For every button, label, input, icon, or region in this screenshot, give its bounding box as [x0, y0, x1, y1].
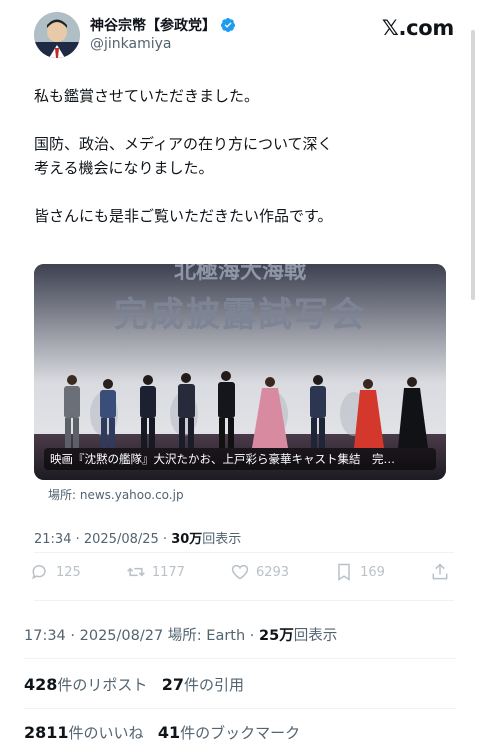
- user-handle[interactable]: @jinkamiya: [90, 36, 171, 52]
- bookmark-button[interactable]: 169: [334, 562, 385, 582]
- card-caption: 映画『沈黙の艦隊』大沢たかお、上戸彩ら豪華キャスト集結 完…: [44, 448, 436, 470]
- tweet-views-label: 回表示: [293, 628, 338, 644]
- quoted-views-number: 30万: [171, 532, 203, 547]
- quotes-label: 件の引用: [184, 676, 245, 694]
- bookmark-count: 169: [360, 564, 385, 580]
- bookmark-icon: [338, 563, 350, 581]
- bookmarks-link[interactable]: 41件のブックマーク: [157, 723, 301, 742]
- reposts-link[interactable]: 428件のリポスト: [24, 675, 148, 694]
- banner-text-top: 北極海大海戦: [174, 264, 307, 284]
- like-stats: 2811件のいいね 41件のブックマーク: [24, 722, 300, 743]
- reposts-label: 件のリポスト: [57, 676, 148, 694]
- card-source[interactable]: 場所: news.yahoo.co.jp: [48, 486, 184, 503]
- repost-stats: 428件のリポスト 27件の引用: [24, 674, 244, 695]
- likes-number: 2811: [24, 723, 69, 742]
- retweet-icon: [126, 567, 145, 577]
- reply-count: 125: [56, 564, 81, 580]
- quotes-number: 27: [161, 675, 184, 694]
- tweet-header: 神谷宗幣【参政党】 @jinkamiya 𝕏.com: [34, 12, 454, 62]
- reposts-number: 428: [24, 675, 58, 694]
- tweet-meta: 17:34 · 2025/08/27 場所: Earth · 25万回表示: [24, 624, 337, 645]
- likes-label: 件のいいね: [68, 724, 144, 742]
- like-button[interactable]: 6293: [230, 562, 289, 582]
- verified-badge-icon: [220, 18, 235, 32]
- tweet-text: 私も鑑賞させていただきました。 国防、政治、メディアの在り方について深く考える機…: [34, 84, 454, 252]
- x-logo: 𝕏.com: [381, 16, 454, 40]
- bookmarks-number: 41: [157, 723, 181, 742]
- quoted-views-label: 回表示: [202, 532, 242, 547]
- tweet-time[interactable]: 17:34 · 2025/08/27 場所: Earth ·: [24, 628, 259, 644]
- reply-icon: [32, 565, 46, 580]
- avatar[interactable]: [34, 12, 80, 58]
- quotes-link[interactable]: 27件の引用: [161, 675, 245, 694]
- divider: [24, 708, 456, 709]
- divider: [34, 552, 454, 553]
- likes-link[interactable]: 2811件のいいね: [24, 723, 144, 742]
- heart-icon: [231, 564, 249, 580]
- display-name[interactable]: 神谷宗幣【参政党】: [90, 15, 216, 35]
- action-bar: 125 1177 6293 169: [30, 560, 450, 584]
- tweet-paragraph-3: 皆さんにも是非ご覧いただきたい作品です。: [34, 207, 333, 225]
- retweet-button[interactable]: 1177: [126, 562, 185, 582]
- divider: [24, 658, 456, 659]
- retweet-count: 1177: [151, 564, 185, 580]
- divider: [34, 600, 454, 601]
- tweet-paragraph-1: 私も鑑賞させていただきました。: [34, 87, 260, 105]
- share-icon: [432, 563, 448, 580]
- like-count: 6293: [255, 564, 290, 580]
- share-button[interactable]: [430, 562, 450, 582]
- scrollbar[interactable]: [471, 30, 475, 300]
- link-card[interactable]: 北極海大海戦 完成披露試写会 映画『沈黙の艦隊』大沢たかお、上戸彩ら豪華キャスト…: [34, 264, 446, 480]
- quoted-time[interactable]: 21:34 · 2025/08/25 ·: [34, 532, 171, 547]
- banner-text-main: 完成披露試写会: [114, 295, 366, 335]
- tweet-views-number: 25万: [259, 628, 294, 644]
- display-name-row: 神谷宗幣【参政党】: [90, 15, 236, 35]
- tweet-paragraph-2: 国防、政治、メディアの在り方について深く考える機会になりました。: [34, 135, 333, 177]
- quoted-tweet-meta: 21:34 · 2025/08/25 · 30万回表示: [34, 528, 241, 547]
- bookmarks-label: 件のブックマーク: [180, 724, 301, 742]
- reply-button[interactable]: 125: [30, 562, 81, 582]
